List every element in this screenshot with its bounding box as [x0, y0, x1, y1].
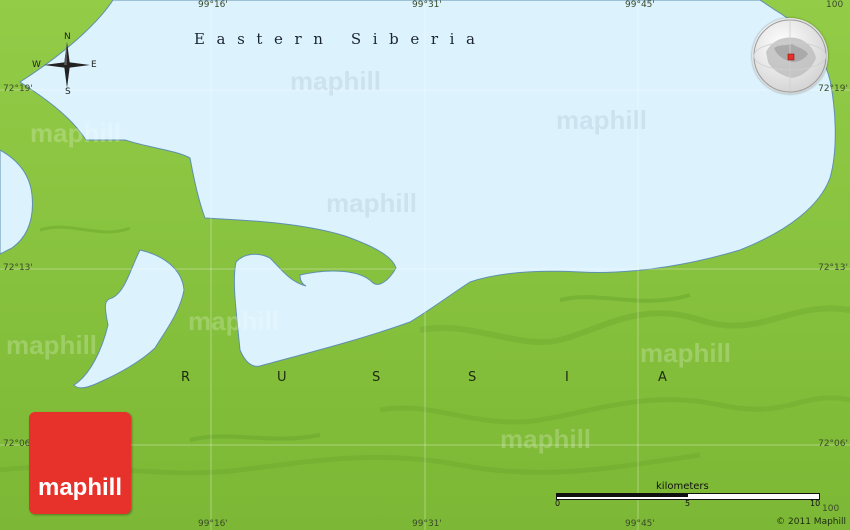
coord-top-2: 99°31'	[412, 0, 442, 10]
scale-tick-5: 5	[685, 499, 691, 508]
coord-bottom-4: 100	[822, 504, 840, 514]
country-letter: S	[468, 370, 477, 385]
map-canvas[interactable]: maphill maphill maphill maphill maphill …	[0, 0, 850, 530]
scale-title: kilometers	[656, 481, 709, 492]
country-letter: S	[372, 370, 381, 385]
sea-name-label: Eastern Siberia	[194, 30, 487, 48]
coord-top-1: 99°16'	[198, 0, 228, 10]
watermark: maphill	[290, 66, 382, 96]
country-letter: R	[181, 370, 191, 385]
compass-s: S	[65, 87, 71, 97]
coord-right-2: 72°13'	[818, 263, 848, 273]
coord-bottom-3: 99°45'	[625, 519, 655, 529]
coord-right-1: 72°19'	[818, 84, 848, 94]
watermark: maphill	[30, 118, 122, 148]
watermark: maphill	[6, 330, 98, 360]
compass-w: W	[32, 60, 41, 70]
scale-tick-10: 10	[810, 499, 821, 508]
coord-bottom-2: 99°31'	[412, 519, 442, 529]
coord-left-2: 72°13'	[3, 263, 33, 273]
compass-n: N	[64, 32, 71, 42]
compass-rose: N S E W	[32, 32, 98, 97]
scale-segment-dark	[557, 494, 688, 497]
watermark: maphill	[640, 338, 732, 368]
country-letter: I	[565, 370, 569, 385]
globe-locator[interactable]	[752, 18, 828, 94]
coord-right-3: 72°06'	[818, 439, 848, 449]
watermark: maphill	[500, 424, 592, 454]
watermark: maphill	[188, 306, 280, 336]
coord-bottom-1: 99°16'	[198, 519, 228, 529]
scale-bar: kilometers 0 5 10	[555, 481, 821, 511]
sea-name-text: Eastern Siberia	[194, 30, 487, 48]
country-letter: U	[277, 370, 287, 385]
copyright-notice: © 2011 Maphill	[776, 517, 846, 527]
country-letter: A	[658, 370, 667, 385]
watermark: maphill	[326, 188, 418, 218]
coord-top-4: 100	[826, 0, 844, 10]
compass-e: E	[91, 60, 97, 70]
globe-locator-icon	[753, 19, 827, 93]
coord-top-3: 99°45'	[625, 0, 655, 10]
coord-left-1: 72°19'	[3, 84, 33, 94]
maphill-logo[interactable]: maphill	[29, 412, 131, 514]
logo-text: maphill	[37, 474, 122, 501]
scale-tick-0: 0	[555, 499, 561, 508]
watermark: maphill	[556, 105, 648, 135]
